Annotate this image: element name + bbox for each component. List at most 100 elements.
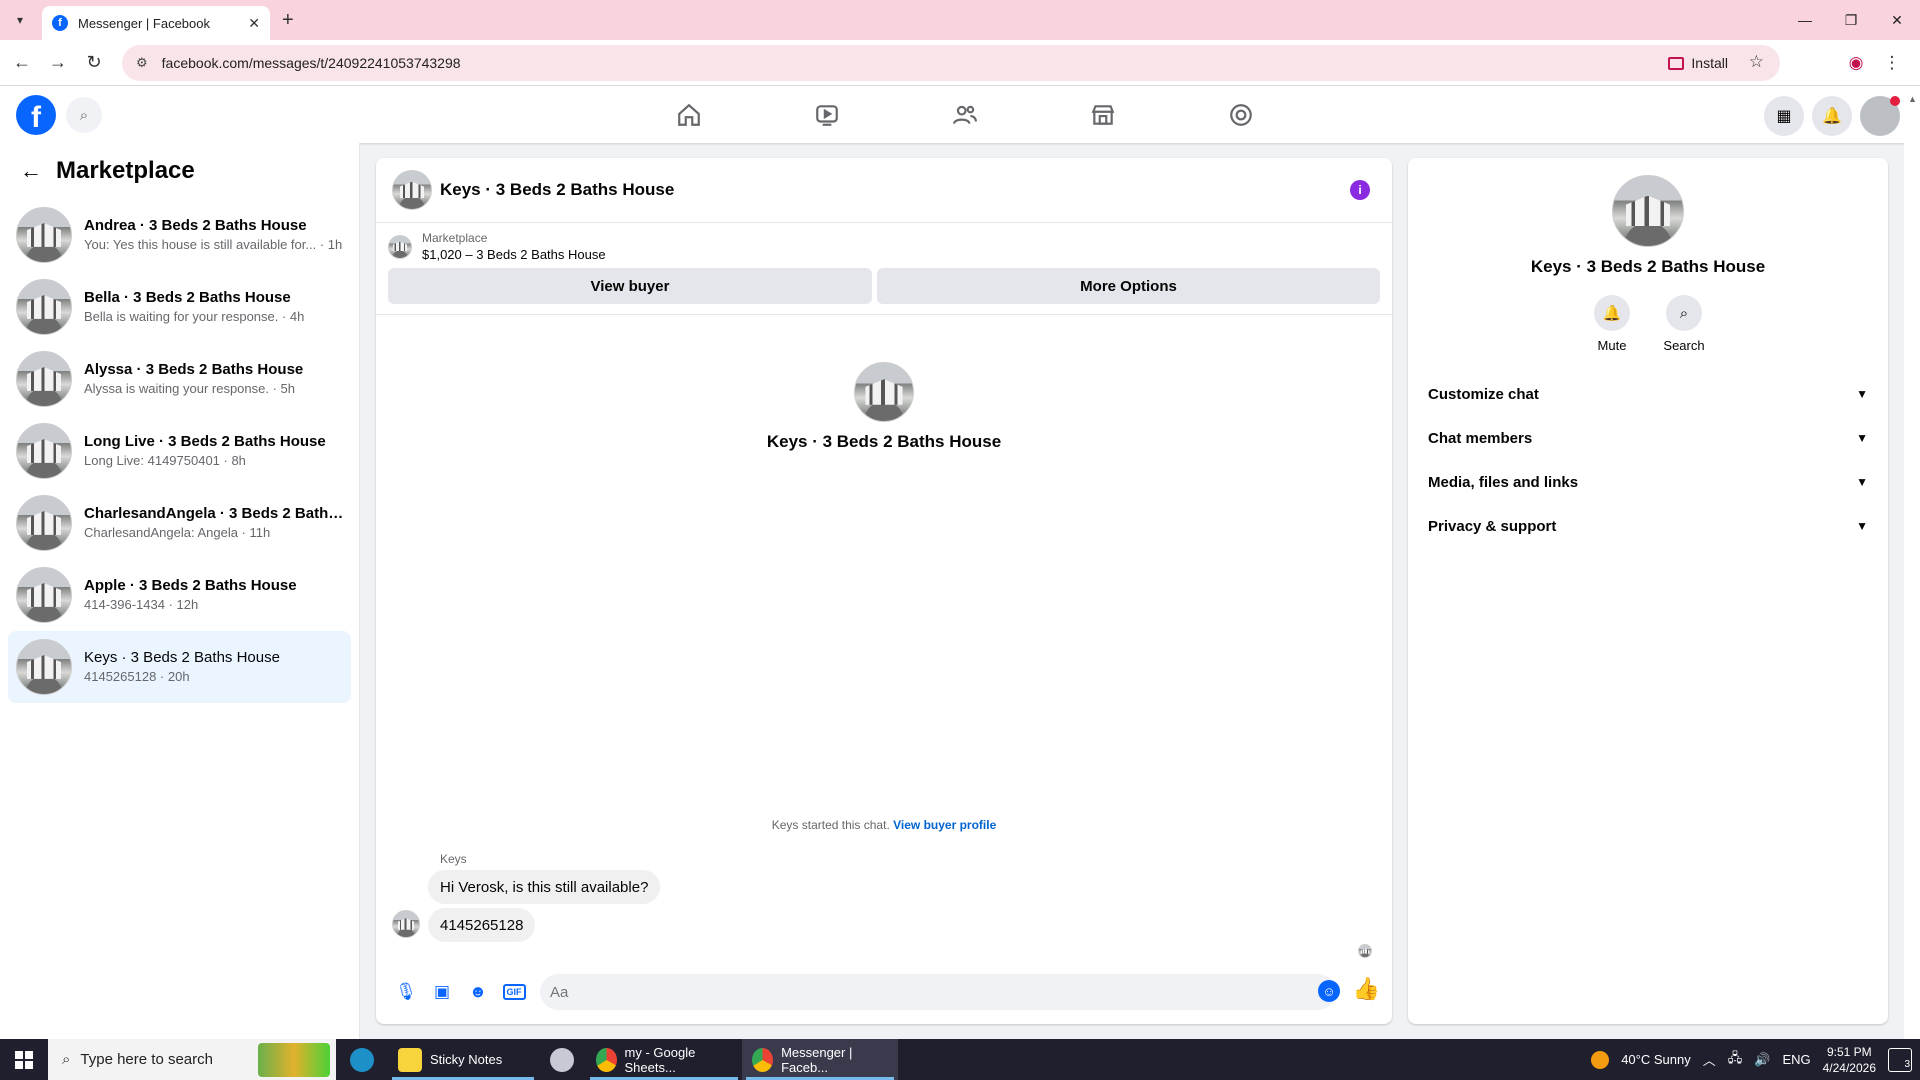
marketplace-label: Marketplace bbox=[422, 231, 488, 245]
back-arrow-icon[interactable]: ← bbox=[20, 158, 42, 184]
emoji-icon[interactable]: ☺ bbox=[1318, 980, 1340, 1002]
more-options-button[interactable]: More Options bbox=[877, 268, 1380, 304]
conversation-item[interactable]: Andrea · 3 Beds 2 Baths House You: Yes th… bbox=[8, 199, 351, 271]
volume-icon[interactable]: 🔊 bbox=[1754, 1052, 1770, 1068]
section-customize-chat[interactable]: Customize chat ▼ bbox=[1416, 372, 1880, 416]
section-privacy-support[interactable]: Privacy & support ▼ bbox=[1416, 504, 1880, 548]
mute-button[interactable]: 🔔 Mute bbox=[1594, 295, 1630, 353]
language-indicator[interactable]: ENG bbox=[1782, 1052, 1810, 1067]
weather-sun-icon[interactable] bbox=[1591, 1050, 1610, 1069]
notification-dot bbox=[1890, 96, 1900, 106]
search-icon: ⌕ bbox=[62, 1051, 71, 1068]
close-window-button[interactable]: ✕ bbox=[1874, 0, 1920, 40]
details-name: Keys · 3 Beds 2 Baths House bbox=[1530, 257, 1766, 276]
conversation-preview: 4145265128 · 20h bbox=[84, 669, 190, 684]
conversation-name: Long Live · 3 Beds 2 Baths House bbox=[84, 433, 326, 450]
house-thumbnail bbox=[16, 207, 72, 263]
info-icon[interactable]: i bbox=[1350, 180, 1370, 200]
taskbar-app-sticky-notes[interactable]: Sticky Notes bbox=[388, 1039, 538, 1080]
facebook-logo-icon[interactable]: f bbox=[16, 95, 56, 135]
nav-video[interactable] bbox=[758, 86, 896, 143]
sticky-notes-icon bbox=[398, 1047, 422, 1072]
bookmark-star-icon[interactable]: ☆ bbox=[1749, 52, 1764, 72]
message-bubble[interactable]: Hi Verosk, is this still available? bbox=[428, 870, 661, 904]
conversation-item[interactable]: Long Live · 3 Beds 2 Baths House Long Liv… bbox=[8, 415, 351, 487]
nav-gaming[interactable] bbox=[1172, 86, 1310, 143]
tray-chevron-up-icon[interactable]: ︿ bbox=[1703, 1050, 1716, 1069]
listing-title[interactable]: $1,020 – 3 Beds 2 Baths House bbox=[422, 247, 606, 262]
search-button[interactable]: ⌕ Search bbox=[1663, 295, 1705, 353]
conversation-item[interactable]: CharlesandAngela · 3 Beds 2 Baths... Char… bbox=[8, 487, 351, 559]
section-label: Privacy & support bbox=[1428, 517, 1557, 535]
microphone-icon[interactable]: 🎙 bbox=[388, 974, 424, 1010]
chat-title[interactable]: Keys · 3 Beds 2 Baths House bbox=[440, 180, 674, 200]
nav-marketplace[interactable] bbox=[1034, 86, 1172, 143]
network-icon[interactable]: 🖧 bbox=[1728, 1049, 1743, 1071]
site-settings-icon[interactable]: ⚙ bbox=[136, 55, 148, 71]
taskbar-search-box[interactable]: ⌕ Type here to search bbox=[48, 1039, 336, 1080]
conversation-item[interactable]: Apple · 3 Beds 2 Baths House 414-396-1434… bbox=[8, 559, 351, 631]
search-icon[interactable]: ⌕ bbox=[66, 97, 102, 133]
notifications-bell-icon[interactable]: 🔔 bbox=[1812, 96, 1852, 136]
section-label: Media, files and links bbox=[1428, 473, 1579, 491]
conversation-item[interactable]: Alyssa · 3 Beds 2 Baths House Alyssa is w… bbox=[8, 343, 351, 415]
scroll-up-arrow-icon[interactable]: ▲ bbox=[1908, 94, 1917, 106]
install-label: Install bbox=[1691, 55, 1728, 71]
forward-button[interactable]: → bbox=[40, 45, 76, 81]
page-scrollbar[interactable]: ▲ bbox=[1904, 86, 1920, 1039]
taskbar-app-label: my - Google Sheets... bbox=[624, 1044, 696, 1075]
reload-button[interactable]: ↻ bbox=[76, 45, 112, 81]
gaming-icon bbox=[1230, 103, 1252, 126]
section-chat-members[interactable]: Chat members ▼ bbox=[1416, 416, 1880, 460]
tab-search-dropdown[interactable]: ▾ bbox=[8, 8, 32, 32]
profile-icon[interactable]: ◉ bbox=[1838, 45, 1874, 81]
message-bubble[interactable]: 4145265128 bbox=[428, 908, 536, 942]
weather-text[interactable]: 40°C Sunny bbox=[1621, 1052, 1691, 1067]
details-thumbnail[interactable] bbox=[1612, 175, 1684, 247]
clock[interactable]: 9:51 PM 4/24/2026 bbox=[1823, 1044, 1876, 1076]
taskbar-app-messenger[interactable]: Messenger | Faceb... bbox=[742, 1039, 898, 1080]
search-highlight-image bbox=[258, 1043, 330, 1077]
chrome-icon bbox=[596, 1047, 617, 1072]
photo-icon[interactable]: ▣ bbox=[424, 974, 460, 1010]
back-button[interactable]: ← bbox=[4, 45, 40, 81]
close-tab-icon[interactable]: ✕ bbox=[248, 15, 260, 32]
browser-menu-icon[interactable]: ⋮ bbox=[1874, 45, 1910, 81]
chat-thumbnail[interactable] bbox=[392, 170, 432, 210]
taskbar-app-google-sheets[interactable]: my - Google Sheets... bbox=[586, 1039, 742, 1080]
install-button[interactable]: Install bbox=[1668, 51, 1728, 75]
nav-friends[interactable] bbox=[896, 86, 1034, 143]
thumbs-up-icon[interactable]: 👍 bbox=[1353, 976, 1380, 1002]
conversation-item[interactable]: Bella · 3 Beds 2 Baths House Bella is wai… bbox=[8, 271, 351, 343]
sticker-icon[interactable]: ☻ bbox=[460, 974, 496, 1010]
taskbar-app-shell[interactable] bbox=[538, 1039, 586, 1080]
conversation-item-selected[interactable]: Keys · 3 Beds 2 Baths House 4145265128 · … bbox=[8, 631, 351, 703]
seen-indicator-avatar bbox=[1358, 944, 1372, 958]
house-thumbnail bbox=[16, 639, 72, 695]
start-button[interactable] bbox=[0, 1039, 48, 1080]
menu-grid-icon[interactable]: ▦ bbox=[1764, 96, 1804, 136]
nav-home[interactable] bbox=[620, 86, 758, 143]
minimize-button[interactable]: — bbox=[1782, 0, 1828, 40]
address-bar-row: ← → ↻ ⚙ facebook.com/messages/t/24092241… bbox=[0, 40, 1920, 86]
view-buyer-profile-link[interactable]: View buyer profile bbox=[893, 818, 996, 832]
message-input[interactable] bbox=[540, 974, 1336, 1010]
section-media-files-links[interactable]: Media, files and links ▼ bbox=[1416, 460, 1880, 504]
house-thumbnail bbox=[16, 423, 72, 479]
notification-center-icon[interactable]: 3 bbox=[1888, 1047, 1912, 1072]
new-tab-button[interactable]: + bbox=[282, 9, 294, 32]
windows-logo-icon bbox=[15, 1050, 33, 1069]
chevron-down-icon: ▼ bbox=[1856, 519, 1868, 533]
url-bar[interactable]: ⚙ facebook.com/messages/t/24092241053743… bbox=[122, 45, 1780, 81]
conversation-preview: 414-396-1434 · 12h bbox=[84, 597, 199, 612]
center-profile-thumbnail[interactable] bbox=[854, 362, 914, 422]
conversation-preview: Long Live: 4149750401 · 8h bbox=[84, 453, 246, 468]
browser-tab[interactable]: f Messenger | Facebook ✕ bbox=[42, 6, 270, 40]
sender-avatar[interactable] bbox=[392, 910, 420, 938]
view-buyer-button[interactable]: View buyer bbox=[388, 268, 872, 304]
account-avatar[interactable] bbox=[1860, 96, 1900, 136]
restore-button[interactable]: ❐ bbox=[1828, 0, 1874, 40]
edge-taskbar-icon[interactable] bbox=[336, 1039, 388, 1080]
system-tray: 40°C Sunny ︿ 🖧 🔊 ENG 9:51 PM 4/24/2026 3 bbox=[1591, 1039, 1920, 1080]
gif-icon[interactable]: GIF bbox=[496, 974, 532, 1010]
